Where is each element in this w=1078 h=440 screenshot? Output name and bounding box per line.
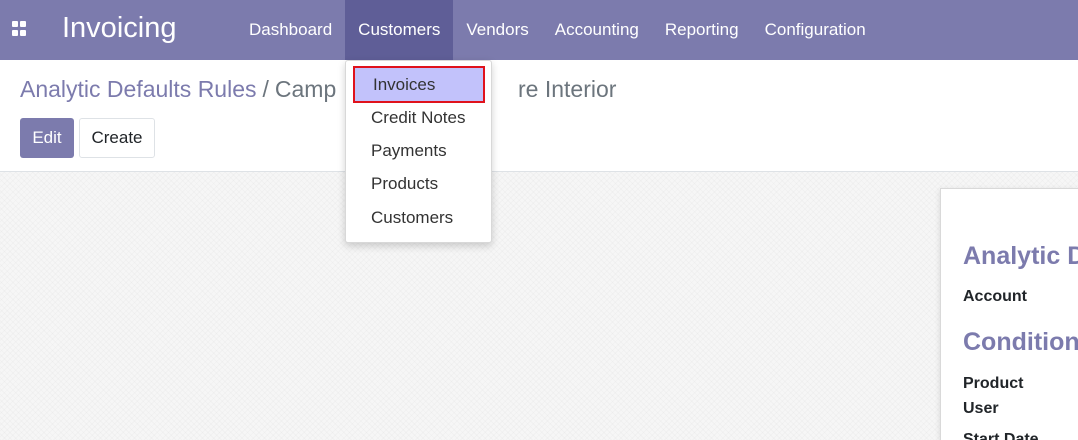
menu-vendors[interactable]: Vendors [453, 0, 541, 60]
dropdown-item-products[interactable]: Products [346, 167, 491, 200]
top-navbar: Invoicing Dashboard Customers Vendors Ac… [0, 0, 1078, 60]
apps-grid-icon[interactable] [12, 21, 28, 37]
breadcrumb-parent-link[interactable]: Analytic Defaults Rules [20, 76, 257, 102]
menu-reporting[interactable]: Reporting [652, 0, 752, 60]
form-background [0, 172, 1078, 440]
product-label: Product [963, 375, 1024, 392]
account-label: Account [963, 288, 1027, 305]
dropdown-item-credit-notes[interactable]: Credit Notes [346, 101, 491, 134]
breadcrumb-current-tail-text: re Interior [518, 76, 617, 102]
dropdown-item-invoices[interactable]: Invoices [353, 66, 485, 103]
app-title[interactable]: Invoicing [62, 10, 176, 46]
breadcrumb: Analytic Defaults Rules / Camp [20, 74, 336, 104]
menu-customers[interactable]: Customers [345, 0, 454, 60]
section-analytic-heading: Analytic D [963, 242, 1078, 270]
menu-accounting[interactable]: Accounting [542, 0, 652, 60]
section-conditions-heading: Condition [963, 328, 1078, 356]
create-button[interactable]: Create [79, 118, 155, 158]
form-sheet: Analytic D Account Condition Product Use… [940, 188, 1078, 440]
menu-dashboard[interactable]: Dashboard [236, 0, 345, 60]
main-menu: Dashboard Customers Vendors Accounting R… [236, 0, 879, 60]
start-date-label: Start Date [963, 431, 1039, 440]
customers-dropdown-menu: Invoices Credit Notes Payments Products … [345, 60, 492, 243]
dropdown-item-payments[interactable]: Payments [346, 134, 491, 167]
menu-configuration[interactable]: Configuration [752, 0, 879, 60]
edit-button[interactable]: Edit [20, 118, 74, 158]
breadcrumb-current-tail: re Interior [518, 74, 616, 104]
dropdown-item-customers[interactable]: Customers [346, 201, 491, 234]
breadcrumb-current: Camp [274, 76, 337, 102]
user-label: User [963, 400, 999, 417]
breadcrumb-separator: / [262, 76, 269, 102]
